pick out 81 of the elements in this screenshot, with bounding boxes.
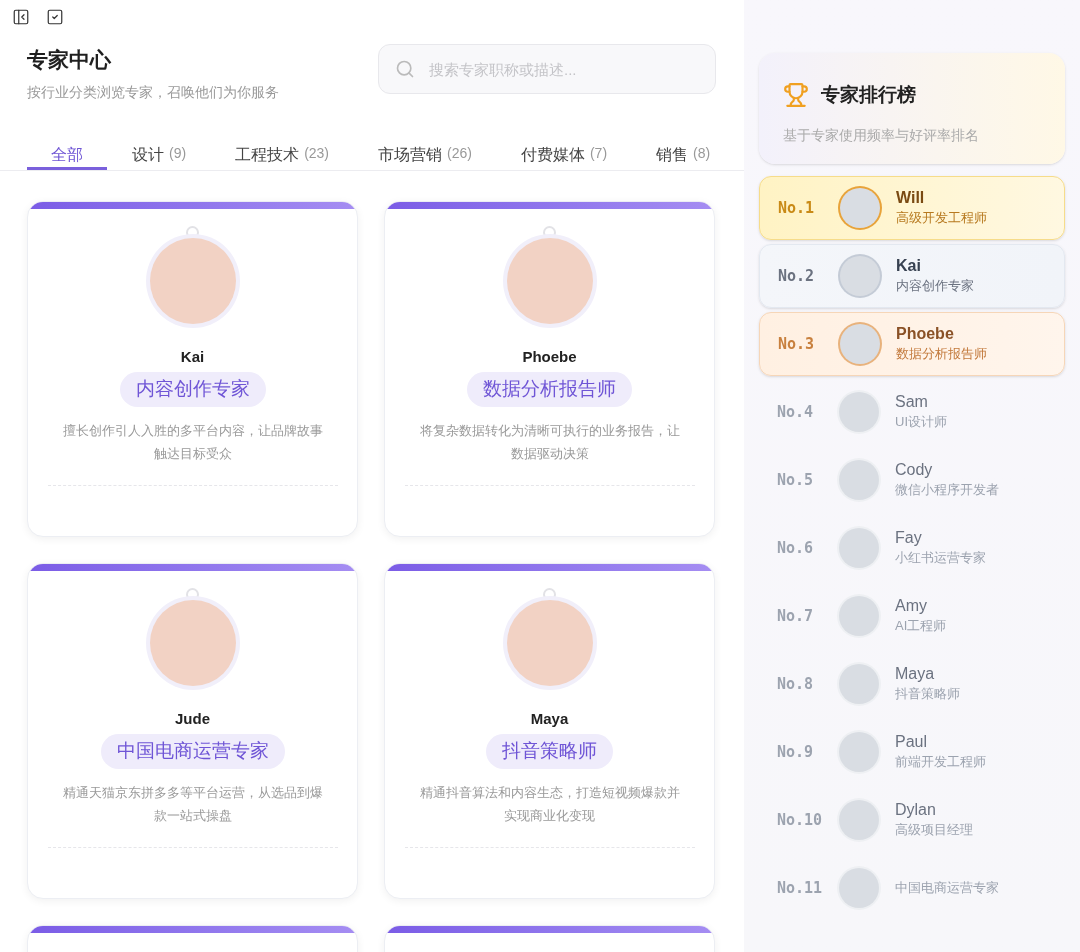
category-tab[interactable]: 全部: [27, 132, 107, 170]
avatar: [839, 391, 879, 432]
expert-name: Will: [896, 187, 926, 208]
leaderboard-title: 专家排行榜: [821, 83, 916, 107]
expert-title: 抖音策略师: [895, 684, 960, 703]
rank-number: No.7: [777, 605, 815, 627]
avatar: [839, 799, 879, 840]
rank-number: No.5: [777, 469, 815, 491]
avatar: [839, 527, 879, 568]
expert-name: Cody: [895, 459, 934, 480]
expert-title: 前端开发工程师: [895, 752, 986, 771]
rank-number: No.8: [777, 673, 815, 695]
avatar: [840, 187, 880, 228]
expert-name: Fay: [895, 527, 923, 548]
expert-title: 高级开发工程师: [896, 208, 987, 227]
ranking-row[interactable]: No.4 Sam UI设计师: [759, 379, 1065, 444]
leaderboard-subtitle: 基于专家使用频率与好评率排名: [783, 126, 980, 145]
avatar: [839, 459, 879, 500]
expert-name: Maya: [895, 663, 936, 684]
expert-title: 内容创作专家: [896, 276, 974, 295]
expert-name: Dylan: [895, 799, 937, 820]
expert-title: 高级项目经理: [895, 820, 973, 839]
expert-name: Sam: [895, 391, 929, 412]
ranking-row[interactable]: No.8 Maya 抖音策略师: [759, 651, 1065, 716]
expert-name: Maya: [530, 708, 569, 729]
expert-name: Phoebe: [522, 346, 577, 367]
trophy-icon: [783, 82, 809, 109]
sidebar-toggle-icon[interactable]: [12, 8, 30, 26]
rank-number: No.3: [778, 333, 816, 355]
category-tab[interactable]: 市场营销 (26): [354, 132, 496, 170]
expert-card[interactable]: Phoebe 数据分析报告师 将复杂数据转化为清晰可执行的业务报告，让数据驱动决策: [384, 200, 715, 537]
ranking-row[interactable]: No.2 Kai 内容创作专家: [759, 243, 1065, 308]
expert-name: Kai: [180, 346, 205, 367]
avatar: [840, 323, 880, 364]
expert-title: 小红书运营专家: [895, 548, 986, 567]
expert-name: Kai: [896, 255, 922, 276]
ranking-row[interactable]: No.7 Amy AI工程师: [759, 583, 1065, 648]
avatar: [839, 867, 879, 908]
expert-description: 将复杂数据转化为清晰可执行的业务报告，让数据驱动决策: [418, 421, 681, 463]
expert-name: Jude: [175, 708, 210, 729]
expert-name: Amy: [895, 595, 928, 616]
search-icon: [395, 59, 415, 79]
checkbox-icon[interactable]: [46, 8, 64, 26]
ranking-row[interactable]: No.6 Fay 小红书运营专家: [759, 515, 1065, 580]
category-tab[interactable]: 工程技术 (23): [211, 132, 354, 170]
expert-title: UI设计师: [895, 412, 947, 431]
expert-title: 微信小程序开发者: [895, 480, 999, 499]
avatar: [839, 663, 879, 704]
expert-description: 擅长创作引人入胜的多平台内容，让品牌故事触达目标受众: [61, 421, 324, 463]
expert-name: Paul: [895, 731, 929, 752]
rank-number: No.2: [778, 265, 816, 287]
expert-title-tag: 抖音策略师: [486, 734, 613, 769]
ranking-row[interactable]: No.1 Will 高级开发工程师: [759, 175, 1065, 240]
expert-title-tag: 中国电商运营专家: [100, 734, 285, 769]
expert-card[interactable]: Maya 抖音策略师 精通抖音算法和内容生态，打造短视频爆款并实现商业化变现: [384, 562, 715, 899]
rank-number: No.10: [777, 809, 824, 831]
category-tab[interactable]: 付费媒体 (7): [496, 132, 632, 170]
ranking-row[interactable]: No.3 Phoebe 数据分析报告师: [759, 311, 1065, 376]
expert-title-tag: 数据分析报告师: [467, 372, 632, 407]
category-tab[interactable]: 销售 (8): [632, 132, 735, 170]
expert-description: 精通抖音算法和内容生态，打造短视频爆款并实现商业化变现: [418, 783, 681, 825]
avatar: [839, 595, 879, 636]
category-tab[interactable]: 设计 (9): [108, 132, 211, 170]
rank-number: No.1: [778, 197, 816, 219]
ranking-row[interactable]: No.9 Paul 前端开发工程师: [759, 719, 1065, 784]
page-subtitle: 按行业分类浏览专家，召唤他们为你服务: [27, 82, 279, 102]
rank-number: No.11: [777, 877, 824, 899]
expert-title-tag: 内容创作专家: [119, 372, 266, 407]
expert-title: AI工程师: [895, 616, 947, 635]
rank-number: No.6: [777, 537, 815, 559]
rank-number: No.9: [777, 741, 815, 763]
expert-name: Phoebe: [896, 323, 955, 344]
expert-title: 数据分析报告师: [896, 344, 987, 363]
ranking-row[interactable]: No.10 Dylan 高级项目经理: [759, 787, 1065, 852]
avatar: [839, 731, 879, 772]
avatar: [840, 255, 880, 296]
ranking-row[interactable]: No.5 Cody 微信小程序开发者: [759, 447, 1065, 512]
expert-card[interactable]: Kai 内容创作专家 擅长创作引人入胜的多平台内容，让品牌故事触达目标受众: [27, 200, 358, 537]
expert-title: 中国电商运营专家: [895, 878, 999, 897]
rank-number: No.4: [777, 401, 815, 423]
page-title: 专家中心: [27, 47, 112, 73]
